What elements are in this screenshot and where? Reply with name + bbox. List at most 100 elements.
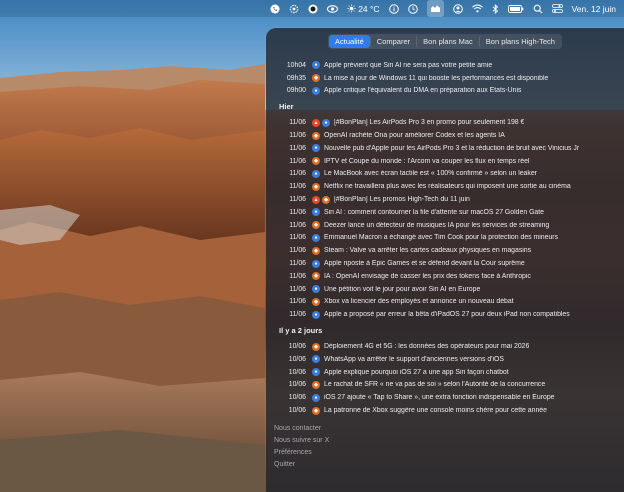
news-item-time: 11/06 [289, 221, 306, 229]
news-item[interactable]: 11/06 ● Emmanuel Macron a échangé avec Tim… [266, 232, 624, 245]
news-item[interactable]: 11/06 ◆ Steam : Valve va arrêter les carte… [266, 244, 624, 257]
news-item-icons: ◆ [312, 380, 322, 389]
news-item-title: [#BonPlan] Les promos High-Tech du 11 ju… [334, 196, 470, 204]
news-item[interactable]: 10h04 ● Apple prévient que Siri AI ne sera… [266, 59, 624, 72]
source-icon-blue: ● [312, 285, 320, 294]
news-item-icons: ● [312, 285, 322, 294]
news-item-icons: ● [312, 61, 322, 70]
bluetooth-icon[interactable] [492, 0, 499, 17]
source-icon-blue: ● [312, 233, 320, 242]
news-item[interactable]: 11/06 ◆ IA : OpenAI envisage de casser les… [266, 270, 624, 283]
menubar-clock[interactable]: Ven. 12 juin [572, 0, 616, 17]
source-icon-blue: ● [312, 144, 320, 153]
news-item-title: La patronne de Xbox suggère une console … [324, 407, 547, 415]
info-icon[interactable] [388, 0, 399, 17]
panel-footer: Nous contacter Nous suivre sur X Préfére… [266, 423, 624, 471]
phone-icon[interactable] [270, 0, 280, 17]
news-item-icons: ◆ [312, 182, 322, 191]
news-item[interactable]: 11/06 ◆ IPTV et Coupe du monde : l'Arcom v… [266, 155, 624, 168]
news-item-title: La mise à jour de Windows 11 qui booste … [324, 74, 549, 82]
news-item-time: 11/06 [289, 132, 306, 140]
news-item[interactable]: 10/06 ● iOS 27 ajoute « Tap to Share », un… [266, 391, 624, 404]
source-icon-orange: ◆ [312, 272, 320, 281]
contact-us-link[interactable]: Nous contacter [266, 423, 624, 435]
news-item[interactable]: 11/06 ◆ Deezer lance un détecteur de musiq… [266, 219, 624, 232]
source-icon-orange: ◆ [312, 246, 320, 255]
eye-icon[interactable] [327, 0, 339, 17]
source-icon-blue: ● [312, 169, 320, 178]
news-item-title: Déploiement 4G et 5G : les données des o… [324, 343, 530, 351]
news-item-title: WhatsApp va arrêter le support d'ancienn… [324, 355, 504, 363]
news-item[interactable]: 11/06 ● Une pétition voit le jour pour avo… [266, 283, 624, 296]
news-item[interactable]: 10/06 ◆ Déploiement 4G et 5G : les données… [266, 340, 624, 353]
section-header-older: Il y a 2 jours [279, 326, 323, 336]
source-icon-orange: ◆ [312, 297, 320, 306]
news-item[interactable]: 10/06 ● WhatsApp va arrêter le support d'a… [266, 353, 624, 366]
battery-icon[interactable] [507, 0, 524, 17]
news-item-time: 11/06 [289, 285, 306, 293]
news-item[interactable]: 11/06 ● Apple a proposé par erreur la bêta… [266, 308, 624, 321]
news-item-title: Le rachat de SFR « ne va pas de soi » se… [324, 381, 546, 389]
tab-bon-plans-high-tech[interactable]: Bon plans High-Tech [478, 35, 561, 48]
news-item-icons: ● [312, 393, 322, 402]
news-item-title: Steam : Valve va arrêter les cartes cade… [324, 247, 532, 255]
news-item-title: Deezer lance un détecteur de musiques IA… [324, 221, 550, 229]
news-item-time: 10/06 [288, 407, 306, 415]
news-item[interactable]: 11/06 ◆ OpenAI rachète Ona pour améliorer … [266, 129, 624, 142]
news-list-older: 10/06 ◆ Déploiement 4G et 5G : les données… [266, 340, 624, 417]
news-item[interactable]: 11/06 ● Apple riposte à Epic Games et se d… [266, 257, 624, 270]
news-item-icons: ● [312, 86, 322, 95]
preferences-link[interactable]: Préférences [266, 447, 624, 459]
news-item[interactable]: 10/06 ◆ La patronne de Xbox suggère une co… [266, 404, 624, 417]
news-item-icons: ● [312, 169, 322, 178]
news-item-title: Apple explique pourquoi iOS 27 a une app… [324, 368, 509, 376]
news-item-icons: ◆ [312, 221, 322, 230]
sun-icon [347, 4, 356, 13]
news-item[interactable]: 09h35 ◆ La mise à jour de Windows 11 qui b… [266, 72, 624, 85]
weather-widget[interactable]: 24 °C [347, 0, 380, 17]
news-item[interactable]: 11/06 ◆ Xbox va licencier des employés et … [266, 296, 624, 309]
news-item[interactable]: 10/06 ◆ Le rachat de SFR « ne va pas de so… [266, 379, 624, 392]
news-item[interactable]: 09h00 ● Apple critique l'équivalent du DMA… [266, 85, 624, 98]
record-icon[interactable] [308, 0, 318, 17]
wifi-icon[interactable] [471, 0, 483, 17]
news-list-yesterday: 11/06 ▲ ● [#BonPlan] Les AirPods Pro 3 en p… [266, 116, 624, 321]
source-icon-blue: ● [312, 259, 320, 268]
news-item-title: Xbox va licencier des employés et annonc… [324, 298, 514, 306]
news-item[interactable]: 10/06 ● Apple explique pourquoi iOS 27 a u… [266, 366, 624, 379]
tab-comparer[interactable]: Comparer [369, 35, 416, 48]
news-item[interactable]: 11/06 ● Siri AI : comment contourner la fi… [266, 206, 624, 219]
news-item-title: Emmanuel Macron a échangé avec Tim Cook … [324, 234, 559, 242]
news-item-icons: ● [312, 208, 322, 217]
clock-icon[interactable] [407, 0, 418, 17]
news-item[interactable]: 11/06 ▲ ● [#BonPlan] Les AirPods Pro 3 en p… [266, 116, 624, 129]
news-item[interactable]: 11/06 ● Le MacBook avec écran tactile est … [266, 168, 624, 181]
flame-icon: ▲ [312, 195, 320, 204]
user-icon[interactable] [452, 0, 463, 17]
settings-icon[interactable] [289, 0, 299, 17]
news-item-icons: ◆ [312, 131, 322, 140]
tab-bon-plans-mac[interactable]: Bon plans Mac [416, 35, 479, 48]
news-item[interactable]: 11/06 ▲ ◆ [#BonPlan] Les promos High-Tech d… [266, 193, 624, 206]
quit-link[interactable]: Quitter [266, 459, 624, 471]
news-item-time: 10/06 [288, 368, 306, 376]
news-item-title: IA : OpenAI envisage de casser les prix … [324, 272, 531, 280]
news-app-icon[interactable] [426, 0, 444, 17]
news-item-icons: ● [312, 233, 322, 242]
news-item-title: iOS 27 ajoute « Tap to Share », une extr… [324, 394, 555, 402]
source-icon-orange: ◆ [312, 131, 320, 140]
search-icon[interactable] [533, 0, 543, 17]
news-item-time: 10/06 [288, 381, 306, 389]
tab-actualite[interactable]: Actualité [329, 35, 370, 48]
news-item-title: Apple critique l'équivalent du DMA en pr… [324, 87, 522, 95]
control-center-icon[interactable] [551, 0, 563, 17]
news-item-icons: ◆ [312, 406, 322, 415]
news-item-time: 11/06 [289, 208, 306, 216]
news-item[interactable]: 11/06 ◆ Netflix ne travaillera plus avec l… [266, 180, 624, 193]
news-item[interactable]: 11/06 ● Nouvelle pub d'Apple pour les AirP… [266, 142, 624, 155]
news-item-title: Apple a proposé par erreur la bêta d'iPa… [324, 311, 570, 319]
follow-on-x-link[interactable]: Nous suivre sur X [266, 435, 624, 447]
news-item-time: 09h00 [286, 87, 306, 95]
news-item-time: 11/06 [289, 170, 306, 178]
news-item-title: Une pétition voit le jour pour avoir Sir… [324, 285, 481, 293]
